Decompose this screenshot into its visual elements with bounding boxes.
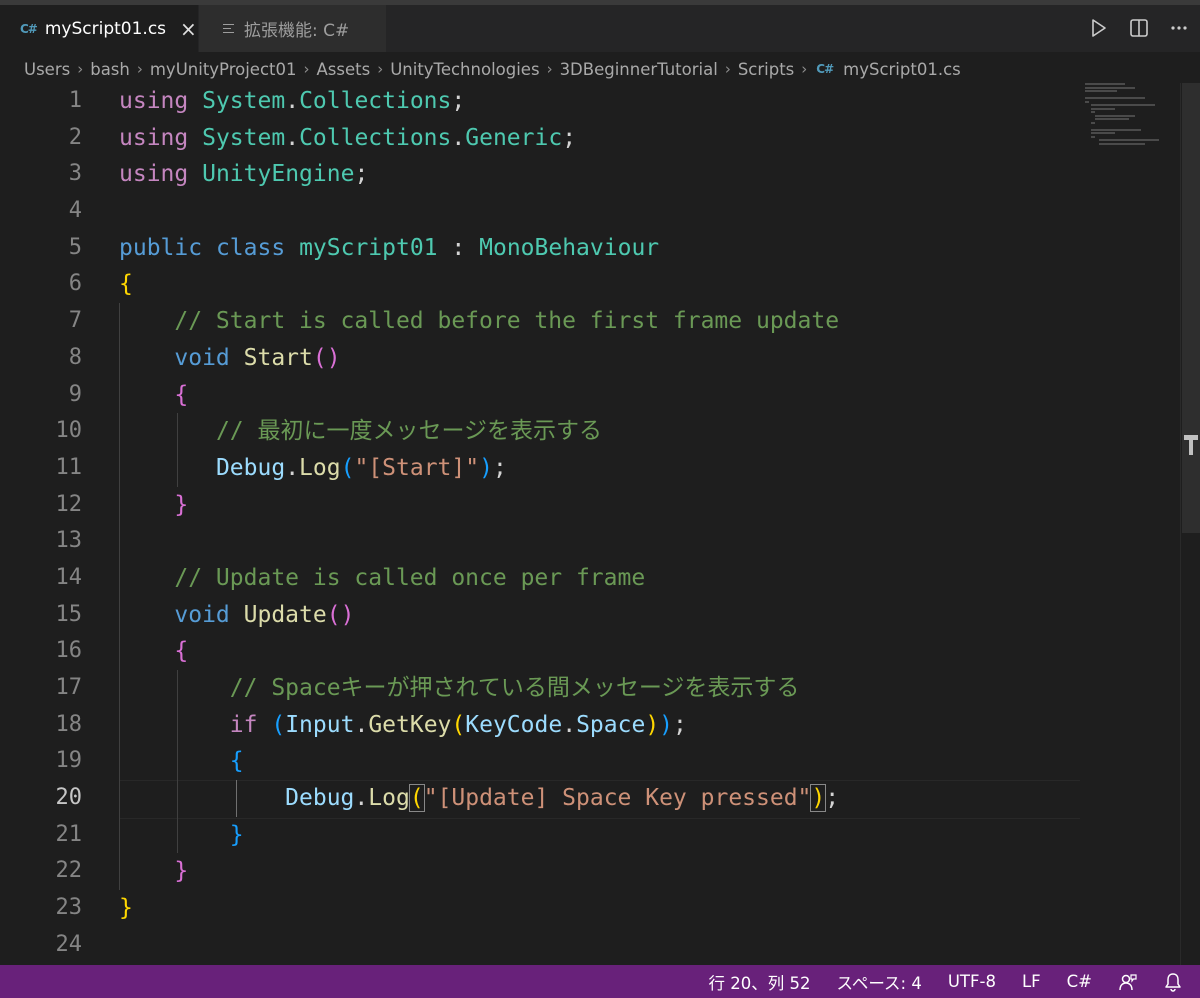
line-number-current: 20 (55, 785, 83, 811)
encoding[interactable]: UTF-8 (948, 972, 996, 991)
code-line[interactable]: using System.Collections; (119, 83, 1080, 120)
tab-extension-csharp[interactable]: 拡張機能: C# (198, 5, 386, 52)
line-number-gutter: 1 2 3 4 5 6 7 8 9 10 11 12 13 14 15 16 1… (0, 83, 100, 964)
code-line[interactable]: // Spaceキーが押されている間メッセージを表示する (119, 670, 1080, 707)
code-line[interactable]: void Start() (119, 339, 1080, 377)
line-number: 15 (55, 601, 83, 627)
code-line[interactable]: { (119, 633, 1080, 670)
code-line[interactable]: public class myScript01 : MonoBehaviour (119, 230, 1080, 267)
cursor-position[interactable]: 行 20、列 52 (709, 970, 811, 994)
chevron-right-icon: › (303, 60, 310, 78)
more-actions-icon[interactable] (1168, 17, 1190, 39)
code-line[interactable]: using System.Collections.Generic; (119, 120, 1080, 157)
breadcrumb-item[interactable]: 3DBeginnerTutorial (560, 60, 718, 79)
editor-actions (1088, 17, 1190, 39)
line-number: 8 (68, 344, 82, 370)
tab-label: 拡張機能: C# (244, 21, 350, 41)
chevron-right-icon: › (546, 60, 553, 78)
chevron-right-icon: › (77, 60, 84, 78)
line-number: 17 (55, 675, 83, 700)
line-number: 21 (55, 821, 83, 847)
line-number: 22 (55, 858, 83, 884)
code-line[interactable]: Debug.Log("[Start]"); (119, 449, 1080, 487)
code-line[interactable]: { (119, 743, 1080, 781)
breadcrumb-item[interactable]: Users (24, 60, 70, 79)
end-of-line[interactable]: LF (1022, 972, 1041, 991)
status-bar: 行 20、列 52 スペース: 4 UTF-8 LF C# (0, 965, 1200, 998)
code-line[interactable]: // 最初に一度メッセージを表示する (119, 413, 1080, 450)
chevron-right-icon: › (377, 60, 384, 78)
line-number: 23 (55, 895, 83, 921)
breadcrumb-item[interactable]: bash (90, 60, 130, 79)
tab-label: myScript01.cs (44, 18, 167, 39)
code-editor[interactable]: 1 2 3 4 5 6 7 8 9 10 11 12 13 14 15 16 1… (0, 83, 1200, 965)
vertical-scrollbar[interactable] (1180, 83, 1200, 965)
cursor-marker (1189, 435, 1193, 455)
code-line[interactable]: } (119, 890, 1080, 927)
line-number: 4 (68, 198, 82, 224)
breadcrumb-item[interactable]: UnityTechnologies (390, 60, 539, 79)
line-number: 11 (55, 454, 83, 480)
line-number: 16 (55, 638, 83, 664)
line-number: 6 (68, 271, 82, 297)
line-number: 10 (55, 418, 83, 444)
run-icon[interactable] (1088, 17, 1110, 39)
line-number: 24 (55, 931, 83, 957)
close-icon[interactable]: × (180, 19, 197, 39)
minimap[interactable] (1085, 83, 1175, 153)
line-number: 1 (68, 88, 82, 113)
line-number: 9 (68, 381, 82, 407)
code-line[interactable] (119, 927, 1080, 964)
scrollbar-thumb[interactable] (1182, 83, 1200, 533)
code-line[interactable]: // Start is called before the first fram… (119, 303, 1080, 340)
breadcrumb-item[interactable]: Assets (317, 60, 371, 79)
csharp-file-icon: C# (20, 21, 38, 36)
code-line[interactable]: using UnityEngine; (119, 156, 1080, 193)
line-number: 12 (55, 491, 83, 517)
chevron-right-icon: › (724, 60, 731, 78)
code-line[interactable]: // Update is called once per frame (119, 559, 1080, 597)
code-line[interactable]: { (119, 376, 1080, 414)
breadcrumb-file[interactable]: myScript01.cs (843, 60, 961, 79)
editor-tab-bar: C# myScript01.cs × 拡張機能: C# (0, 0, 1200, 52)
code-line[interactable]: { (119, 266, 1080, 303)
csharp-file-icon: C# (816, 62, 834, 76)
chevron-right-icon: › (801, 60, 808, 78)
line-number: 14 (55, 564, 83, 590)
code-line[interactable]: if (Input.GetKey(KeyCode.Space)); (119, 706, 1080, 744)
code-line[interactable]: } (119, 486, 1080, 524)
line-number: 5 (68, 234, 82, 260)
feedback-icon[interactable] (1118, 972, 1138, 992)
code-line[interactable] (119, 193, 1080, 230)
preview-lines-icon (223, 23, 235, 34)
breadcrumb: Users › bash › myUnityProject01 › Assets… (0, 52, 1200, 86)
code-content[interactable]: using System.Collections; using System.C… (119, 83, 1080, 964)
line-number: 13 (55, 528, 83, 554)
code-line[interactable]: } (119, 816, 1080, 854)
code-line[interactable] (119, 523, 1080, 560)
line-number: 7 (68, 308, 82, 334)
code-line[interactable]: } (119, 853, 1080, 891)
line-number: 18 (55, 711, 83, 737)
tab-myscript01[interactable]: C# myScript01.cs × (0, 5, 198, 52)
split-editor-icon[interactable] (1128, 17, 1150, 39)
bell-icon[interactable] (1164, 972, 1182, 992)
indentation[interactable]: スペース: 4 (837, 970, 922, 994)
breadcrumb-item[interactable]: myUnityProject01 (150, 60, 297, 79)
code-line-current[interactable]: Debug.Log("[Update] Space Key pressed"); (119, 780, 1080, 819)
line-number: 19 (55, 748, 83, 774)
language-mode[interactable]: C# (1067, 972, 1092, 991)
code-line[interactable]: void Update() (119, 596, 1080, 634)
line-number: 3 (68, 161, 82, 187)
breadcrumb-item[interactable]: Scripts (738, 60, 794, 79)
line-number: 2 (68, 124, 82, 150)
chevron-right-icon: › (136, 60, 143, 78)
